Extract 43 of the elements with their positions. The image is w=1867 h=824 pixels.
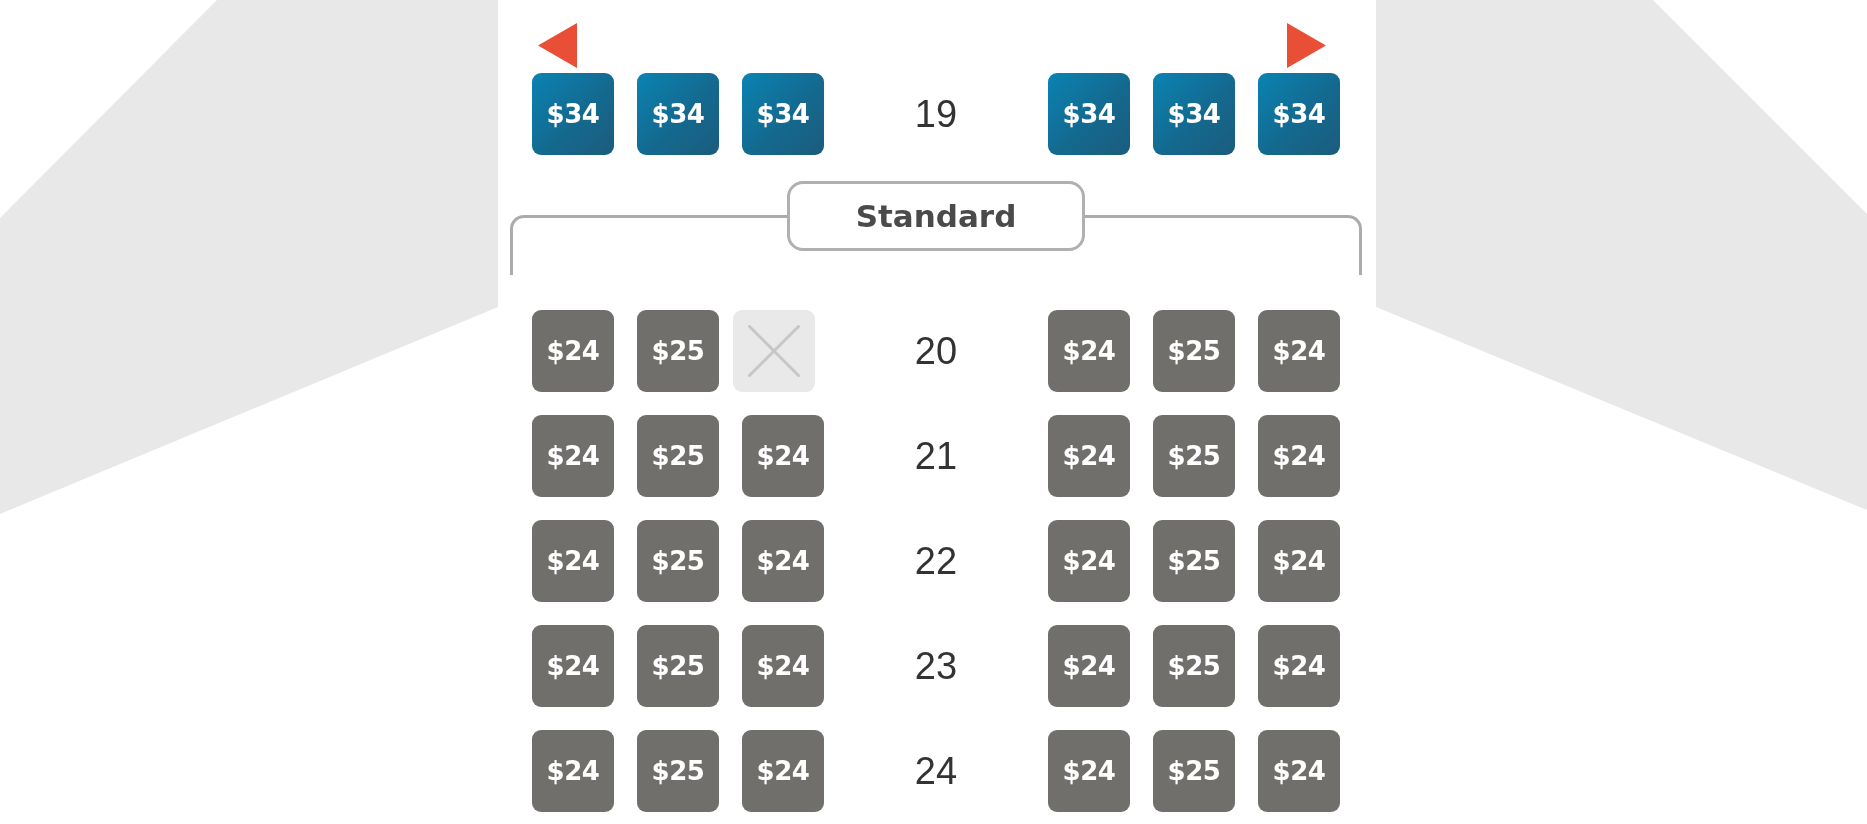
seat-button[interactable]: $25 — [1153, 625, 1235, 707]
seat-button[interactable]: $24 — [1258, 415, 1340, 497]
seat-button[interactable]: $24 — [742, 625, 824, 707]
seat-button[interactable]: $24 — [1258, 520, 1340, 602]
seat-button[interactable]: $24 — [1258, 310, 1340, 392]
seat-button[interactable]: $24 — [1048, 625, 1130, 707]
seat-button[interactable]: $24 — [532, 310, 614, 392]
seat-button[interactable]: $24 — [1258, 730, 1340, 812]
cross-icon — [748, 325, 800, 377]
seat-button[interactable]: $24 — [1258, 625, 1340, 707]
seat-button[interactable]: $24 — [1048, 415, 1130, 497]
seat-button[interactable]: $25 — [637, 625, 719, 707]
seat-button[interactable]: $25 — [1153, 310, 1235, 392]
seat-button[interactable]: $24 — [742, 520, 824, 602]
seat-button[interactable]: $25 — [1153, 415, 1235, 497]
section-label: Standard — [787, 181, 1085, 251]
seat-button[interactable]: $34 — [1258, 73, 1340, 155]
seat-button[interactable]: $25 — [1153, 730, 1235, 812]
seat-button[interactable]: $24 — [742, 730, 824, 812]
seat-button[interactable]: $24 — [1048, 730, 1130, 812]
seat-button[interactable]: $34 — [1048, 73, 1130, 155]
seat-button[interactable]: $25 — [637, 520, 719, 602]
seat-button[interactable]: $34 — [742, 73, 824, 155]
seat-button[interactable]: $25 — [637, 415, 719, 497]
seat-button[interactable]: $24 — [742, 415, 824, 497]
seat-button[interactable]: $24 — [532, 520, 614, 602]
row-number: 19 — [913, 92, 959, 136]
seat-button[interactable]: $24 — [1048, 310, 1130, 392]
row-number: 23 — [913, 644, 959, 688]
seat-button[interactable]: $34 — [1153, 73, 1235, 155]
row-number: 24 — [913, 749, 959, 793]
row-number: 22 — [913, 539, 959, 583]
row-number: 21 — [913, 434, 959, 478]
seat-button[interactable]: $24 — [532, 730, 614, 812]
seat-button[interactable]: $25 — [1153, 520, 1235, 602]
seat-button[interactable]: $24 — [532, 625, 614, 707]
row-number: 20 — [913, 329, 959, 373]
seat-button[interactable]: $24 — [532, 415, 614, 497]
seat-button[interactable]: $25 — [637, 310, 719, 392]
seat-button[interactable]: $25 — [637, 730, 719, 812]
seat-button[interactable]: $24 — [1048, 520, 1130, 602]
seat-button[interactable]: $34 — [637, 73, 719, 155]
seat-button[interactable]: $34 — [532, 73, 614, 155]
